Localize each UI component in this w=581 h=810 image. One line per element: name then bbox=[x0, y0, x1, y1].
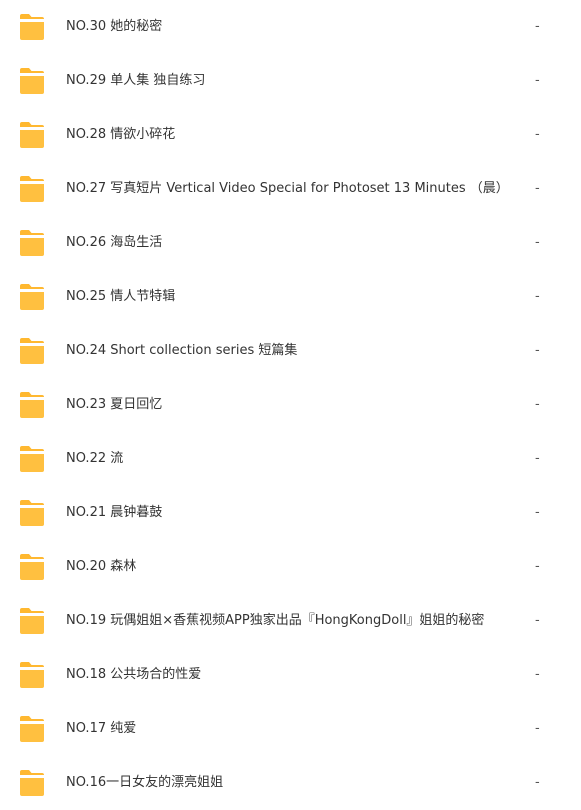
file-name[interactable]: NO.25 情人节特辑 bbox=[66, 270, 175, 324]
file-size: - bbox=[535, 289, 540, 304]
folder-icon bbox=[18, 768, 46, 798]
folder-icon bbox=[18, 12, 46, 42]
file-name[interactable]: NO.28 情欲小碎花 bbox=[66, 108, 175, 162]
folder-icon bbox=[18, 120, 46, 150]
file-name[interactable]: NO.23 夏日回忆 bbox=[66, 378, 162, 432]
file-row[interactable]: NO.19 玩偶姐姐×香蕉视频APP独家出品『HongKongDoll』姐姐的秘… bbox=[0, 594, 581, 648]
file-size: - bbox=[535, 613, 540, 628]
file-name[interactable]: NO.27 写真短片 Vertical Video Special for Ph… bbox=[66, 162, 509, 216]
folder-icon bbox=[18, 390, 46, 420]
folder-icon bbox=[18, 714, 46, 744]
file-row[interactable]: NO.23 夏日回忆 - bbox=[0, 378, 581, 432]
folder-icon bbox=[18, 444, 46, 474]
file-name[interactable]: NO.26 海岛生活 bbox=[66, 216, 162, 270]
folder-icon bbox=[18, 174, 46, 204]
file-size: - bbox=[535, 505, 540, 520]
file-name[interactable]: NO.22 流 bbox=[66, 432, 123, 486]
file-name[interactable]: NO.24 Short collection series 短篇集 bbox=[66, 324, 297, 378]
file-row[interactable]: NO.22 流 - bbox=[0, 432, 581, 486]
folder-icon bbox=[18, 228, 46, 258]
file-size: - bbox=[535, 559, 540, 574]
file-size: - bbox=[535, 127, 540, 142]
file-row[interactable]: NO.18 公共场合的性爱 - bbox=[0, 648, 581, 702]
file-row[interactable]: NO.17 纯爱 - bbox=[0, 702, 581, 756]
file-name[interactable]: NO.20 森林 bbox=[66, 540, 136, 594]
file-row[interactable]: NO.16一日女友的漂亮姐姐 - bbox=[0, 756, 581, 810]
file-name[interactable]: NO.30 她的秘密 bbox=[66, 0, 162, 54]
file-row[interactable]: NO.20 森林 - bbox=[0, 540, 581, 594]
file-size: - bbox=[535, 181, 540, 196]
file-row[interactable]: NO.29 单人集 独自练习 - bbox=[0, 54, 581, 108]
file-size: - bbox=[535, 451, 540, 466]
file-list: NO.30 她的秘密 - NO.29 单人集 独自练习 - NO.28 情欲小碎花 - NO… bbox=[0, 0, 581, 804]
file-size: - bbox=[535, 73, 540, 88]
file-row[interactable]: NO.26 海岛生活 - bbox=[0, 216, 581, 270]
file-row[interactable]: NO.24 Short collection series 短篇集 - bbox=[0, 324, 581, 378]
file-size: - bbox=[535, 397, 540, 412]
file-name[interactable]: NO.17 纯爱 bbox=[66, 702, 136, 756]
file-name[interactable]: NO.18 公共场合的性爱 bbox=[66, 648, 201, 702]
folder-icon bbox=[18, 282, 46, 312]
folder-icon bbox=[18, 66, 46, 96]
file-row[interactable]: NO.25 情人节特辑 - bbox=[0, 270, 581, 324]
folder-icon bbox=[18, 606, 46, 636]
folder-icon bbox=[18, 336, 46, 366]
file-row[interactable]: NO.28 情欲小碎花 - bbox=[0, 108, 581, 162]
file-row[interactable]: NO.27 写真短片 Vertical Video Special for Ph… bbox=[0, 162, 581, 216]
folder-icon bbox=[18, 498, 46, 528]
file-name[interactable]: NO.16一日女友的漂亮姐姐 bbox=[66, 756, 223, 810]
file-size: - bbox=[535, 343, 540, 358]
file-size: - bbox=[535, 19, 540, 34]
file-name[interactable]: NO.29 单人集 独自练习 bbox=[66, 54, 205, 108]
file-size: - bbox=[535, 667, 540, 682]
file-row[interactable]: NO.21 晨钟暮鼓 - bbox=[0, 486, 581, 540]
file-row[interactable]: NO.30 她的秘密 - bbox=[0, 0, 581, 54]
folder-icon bbox=[18, 552, 46, 582]
file-name[interactable]: NO.19 玩偶姐姐×香蕉视频APP独家出品『HongKongDoll』姐姐的秘… bbox=[66, 594, 484, 648]
file-size: - bbox=[535, 235, 540, 250]
file-size: - bbox=[535, 721, 540, 736]
file-size: - bbox=[535, 775, 540, 790]
folder-icon bbox=[18, 660, 46, 690]
file-name[interactable]: NO.21 晨钟暮鼓 bbox=[66, 486, 162, 540]
